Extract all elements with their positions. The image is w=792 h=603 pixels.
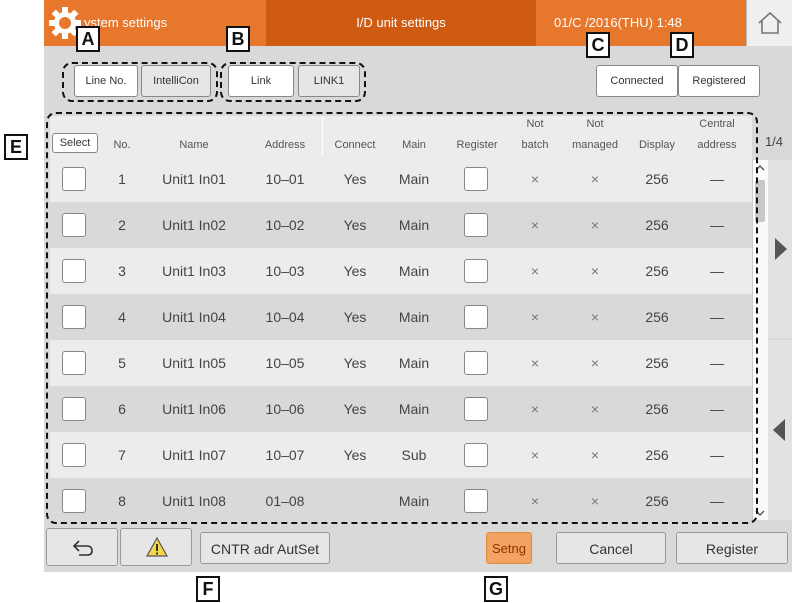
registered-label: Registered [692,75,746,87]
page-indicator: 1/4 [764,134,784,149]
prev-page-button[interactable] [768,340,792,520]
setng-label: Setng [492,541,526,556]
cancel-button[interactable]: Cancel [556,532,666,564]
callout-d: D [670,32,694,58]
connected-label: Connected [610,75,664,87]
callout-b: B [226,26,250,52]
registered-button[interactable]: Registered [678,65,760,97]
callout-f: F [196,576,220,602]
next-page-button[interactable] [768,160,792,338]
back-button[interactable] [46,528,118,566]
callout-g: G [484,576,508,602]
datetime-display: 01/C /2016(THU) 1:48 [554,15,682,30]
callout-outline-b [220,62,366,102]
warning-button[interactable] [120,528,192,566]
setng-button[interactable]: Setng [486,532,532,564]
page-title: I/D unit settings [356,15,446,30]
header-center: I/D unit settings [266,0,536,46]
triangle-left-icon [773,419,785,441]
triangle-right-icon [775,238,787,260]
callout-c: C [586,32,610,58]
callout-a: A [76,26,100,52]
home-icon [758,11,782,34]
cancel-label: Cancel [589,541,633,557]
back-arrow-icon [72,540,93,556]
cntr-adr-autset-label: CNTR adr AutSet [210,541,320,557]
connected-button[interactable]: Connected [596,65,678,97]
callout-outline-e [46,112,758,524]
callout-e: E [4,134,28,160]
warning-icon [145,536,169,557]
callout-outline-a [62,62,218,102]
cntr-adr-autset-button[interactable]: CNTR adr AutSet [200,532,330,564]
register-button[interactable]: Register [676,532,788,564]
home-button[interactable] [746,0,792,46]
register-label: Register [705,541,759,557]
header-right: 01/C /2016(THU) 1:48 [536,0,746,46]
